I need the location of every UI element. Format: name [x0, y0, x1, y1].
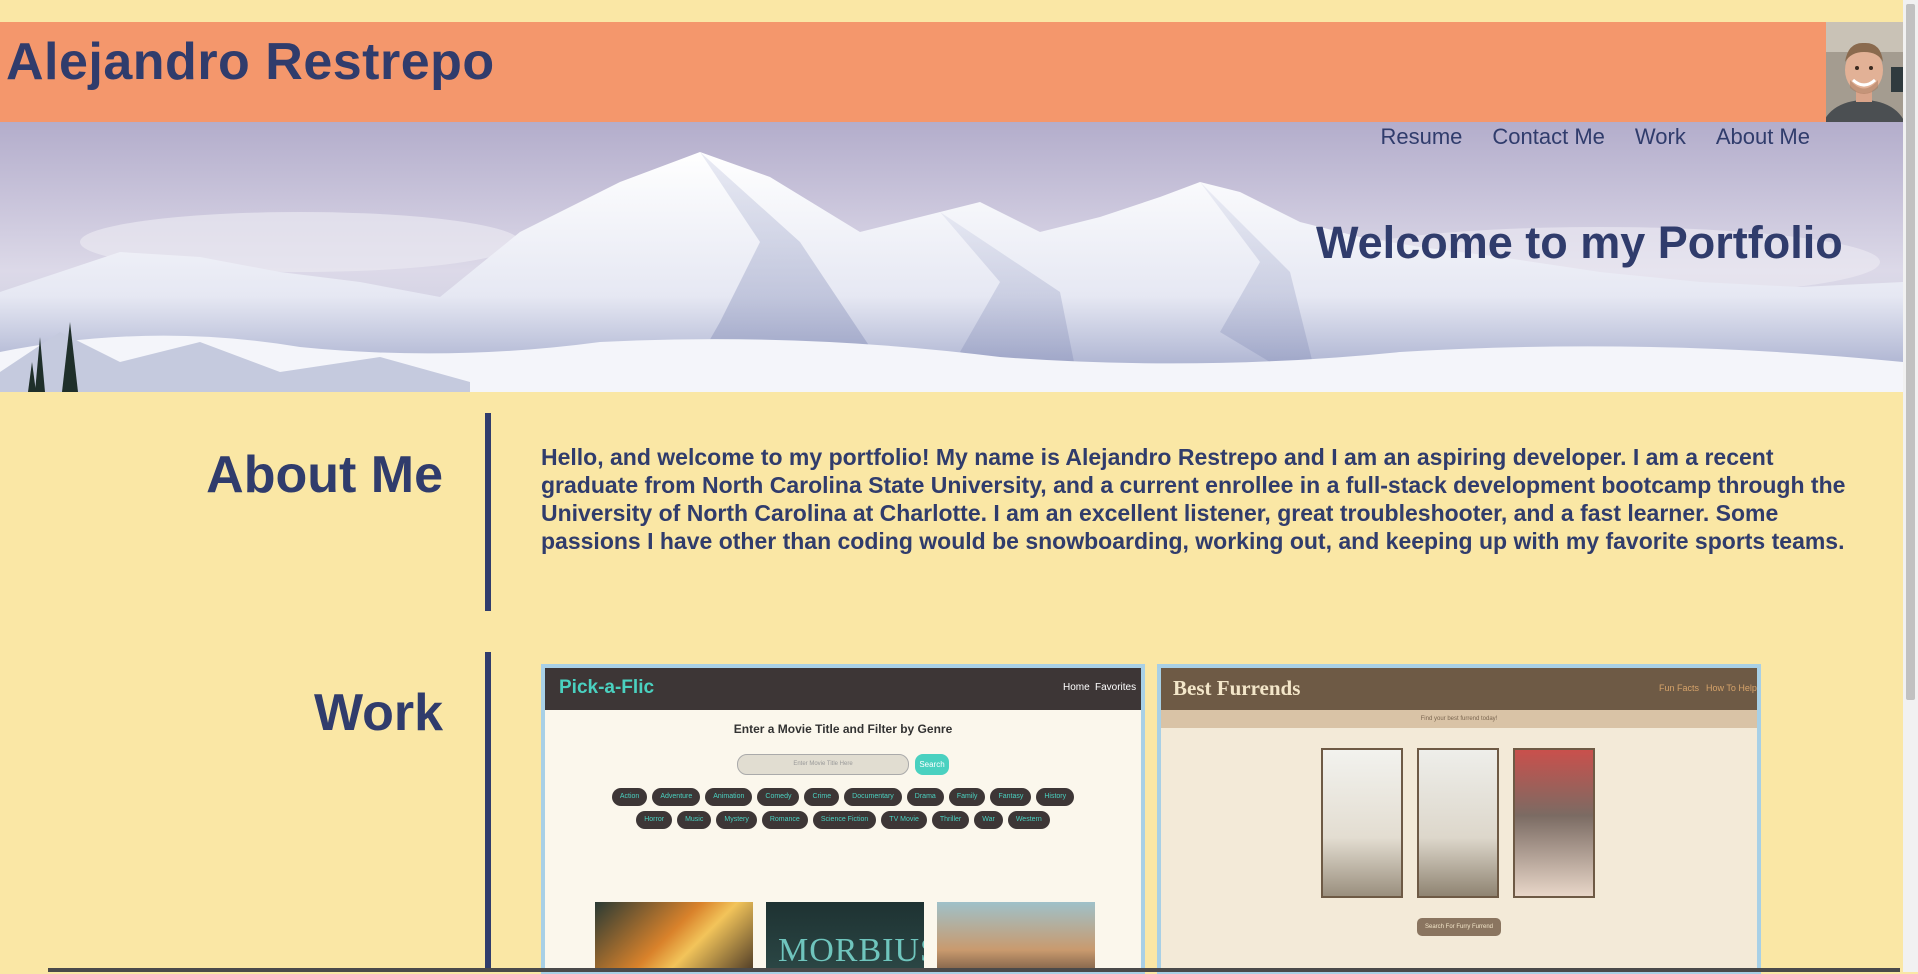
- about-text: Hello, and welcome to my portfolio! My n…: [541, 444, 1846, 554]
- project-card-best-furrends[interactable]: Best Furrends Fun Facts How To Help Find…: [1157, 664, 1761, 974]
- movie-poster-3: [937, 902, 1095, 970]
- hero-banner: Resume Contact Me Work About Me Welcome …: [0, 122, 1903, 392]
- best-furrends-nav-how-to-help: How To Help: [1706, 683, 1757, 693]
- about-title: About Me: [206, 446, 443, 504]
- genre-chip: Family: [948, 788, 986, 806]
- genre-chip: Music: [677, 811, 712, 829]
- site-header: Alejandro Restrepo: [0, 22, 1903, 122]
- main-nav: Resume Contact Me Work About Me: [1380, 124, 1810, 150]
- scrollbar-thumb[interactable]: [1906, 4, 1915, 700]
- genre-chip-list: Action Adventure Animation Comedy Crime …: [605, 788, 1081, 829]
- nav-link-work[interactable]: Work: [1635, 124, 1686, 150]
- profile-photo: [1826, 22, 1903, 122]
- best-furrends-nav-fun-facts: Fun Facts: [1659, 683, 1700, 693]
- best-furrends-body: Search For Furry Furrend: [1161, 728, 1757, 970]
- horizontal-scrollbar[interactable]: [48, 968, 1900, 972]
- avatar-image: [1826, 22, 1903, 122]
- genre-chip: Crime: [804, 788, 840, 806]
- nav-link-about-me[interactable]: About Me: [1716, 124, 1810, 150]
- genre-chip: Mystery: [716, 811, 757, 829]
- best-furrends-navbar: Best Furrends Fun Facts How To Help: [1161, 668, 1757, 710]
- genre-chip: Horror: [636, 811, 673, 829]
- nav-link-resume[interactable]: Resume: [1380, 124, 1462, 150]
- genre-chip: Thriller: [931, 811, 970, 829]
- work-divider: [485, 652, 491, 972]
- dog-photo-2: [1417, 748, 1499, 898]
- about-divider: [485, 413, 491, 611]
- genre-chip: Action: [611, 788, 648, 806]
- genre-chip: Adventure: [652, 788, 701, 806]
- pick-a-flic-title: Pick-a-Flic: [559, 677, 655, 698]
- dog-photo-1: [1321, 748, 1403, 898]
- movie-poster-2: MORBIUS: [766, 902, 924, 970]
- poster-title: MORBIUS: [778, 932, 924, 969]
- pick-a-flic-heading: Enter a Movie Title and Filter by Genre: [733, 722, 953, 736]
- pick-a-flic-body: Enter a Movie Title and Filter by Genre …: [545, 710, 1141, 970]
- genre-chip: Comedy: [757, 788, 800, 806]
- best-furrends-search-button: Search For Furry Furrend: [1417, 918, 1501, 936]
- genre-chip: Documentary: [844, 788, 902, 806]
- movie-poster-1: [595, 902, 753, 970]
- project-card-pick-a-flic[interactable]: Pick-a-Flic Home Favorites Enter a Movie…: [541, 664, 1145, 974]
- pick-a-flic-search-input: Enter Movie Title Here: [737, 754, 909, 775]
- genre-chip: Animation: [705, 788, 753, 806]
- nav-link-contact-me[interactable]: Contact Me: [1492, 124, 1605, 150]
- genre-chip: Fantasy: [990, 788, 1032, 806]
- pick-a-flic-search-button: Search: [915, 754, 949, 775]
- genre-chip: Romance: [761, 811, 808, 829]
- site-title: Alejandro Restrepo: [6, 33, 495, 91]
- work-title: Work: [313, 684, 443, 742]
- pick-a-flic-nav-home: Home: [1063, 682, 1090, 693]
- genre-chip: Western: [1007, 811, 1050, 829]
- genre-chip: Drama: [906, 788, 944, 806]
- genre-chip: Science Fiction: [812, 811, 877, 829]
- best-furrends-title: Best Furrends: [1173, 676, 1301, 700]
- pick-a-flic-nav-favorites: Favorites: [1095, 682, 1137, 693]
- genre-chip: TV Movie: [881, 811, 927, 829]
- best-furrends-tagline: Find your best furrend today!: [1161, 710, 1757, 728]
- pick-a-flic-navbar: Pick-a-Flic Home Favorites: [545, 668, 1141, 710]
- genre-chip: History: [1036, 788, 1075, 806]
- hero-heading: Welcome to my Portfolio: [1316, 217, 1843, 268]
- dog-photo-3: [1513, 748, 1595, 898]
- genre-chip: War: [974, 811, 1003, 829]
